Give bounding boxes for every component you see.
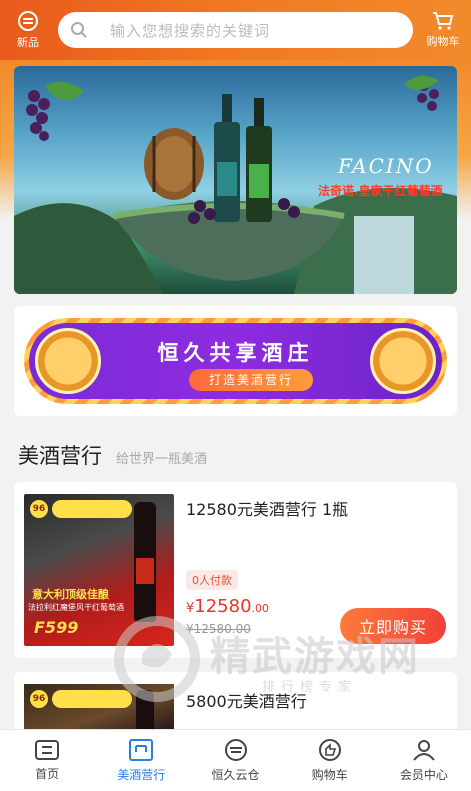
image-line2: 法拉利红魔堡风干红葡萄酒 [28,603,124,612]
price-decimal: .00 [251,602,270,615]
hero-banner[interactable]: FACINO 法奇诺.皇家干红葡萄酒 [14,66,457,294]
product-image[interactable]: 96 [24,684,174,729]
user-icon [413,740,435,761]
promo-inner: 恒久共享酒庄 打造美酒营行 [29,323,442,399]
tab-wine-marketing[interactable]: 美酒营行 [94,730,188,791]
product-card[interactable]: 96 意大利顶级佳酿 法拉利红魔堡风干红葡萄酒 F599 12580元美酒营行 … [14,482,457,658]
home-icon [35,740,60,760]
cart-icon [433,12,454,30]
search-placeholder: 输入您想搜索的关键词 [110,21,271,40]
sold-count-badge: 0人付款 [186,570,238,590]
section-title: 美酒营行 [18,444,102,468]
image-medals [52,500,132,518]
tab-cart[interactable]: 购物车 [283,730,377,791]
new-products-label: 新品 [17,36,39,49]
image-medals [52,690,132,708]
tab-label: 购物车 [311,768,348,782]
original-price: ¥12580.00 [186,622,251,636]
promo-card[interactable]: 恒久共享酒庄 打造美酒营行 [14,306,457,416]
banner-brand-text: 法奇诺.皇家干红葡萄酒 [318,184,443,198]
new-badge-icon [18,11,38,31]
tab-label: 首页 [35,767,60,781]
image-price: F599 [34,618,79,637]
search-icon [71,22,87,38]
bottom-nav: 首页 美酒营行 恒久云仓 购物车 会员中心 [0,729,471,791]
search-bar[interactable]: 输入您想搜索的关键词 [58,12,413,48]
image-line1: 意大利顶级佳酿 [32,588,109,601]
store-icon [129,739,154,761]
product-name[interactable]: 12580元美酒营行 1瓶 [186,496,348,520]
product-price: ¥12580.00 [186,596,269,617]
image-badge: 96 [30,500,48,518]
thumb-icon [318,739,341,761]
tab-label: 美酒营行 [117,768,166,782]
warehouse-icon [224,739,247,761]
promo-banner[interactable]: 恒久共享酒庄 打造美酒营行 [24,318,447,404]
tab-cloud-warehouse[interactable]: 恒久云仓 [188,730,282,791]
bottle-icon [136,690,154,729]
image-badge: 96 [30,690,48,708]
tab-label: 会员中心 [399,768,448,782]
tab-home[interactable]: 首页 [0,730,94,791]
banner-brand-script: FACINO [338,154,434,178]
bottle-label [136,558,154,584]
banner-artwork [14,75,457,294]
product-name[interactable]: 5800元美酒营行 [186,688,307,712]
cart-label: 购物车 [426,35,460,48]
cart-button[interactable]: 购物车 [415,0,471,60]
promo-subtitle: 打造美酒营行 [189,369,313,391]
tab-member-center[interactable]: 会员中心 [377,730,471,791]
top-bar: 新品 输入您想搜索的关键词 购物车 [0,0,471,60]
product-card[interactable]: 96 5800元美酒营行 [14,672,457,729]
product-image[interactable]: 96 意大利顶级佳酿 法拉利红魔堡风干红葡萄酒 F599 [24,494,174,646]
buy-now-button[interactable]: 立即购买 [340,608,446,644]
promo-title: 恒久共享酒庄 [157,341,314,365]
tab-label: 恒久云仓 [211,768,260,782]
new-products-button[interactable]: 新品 [0,0,56,60]
section-subtitle: 给世界一瓶美酒 [116,452,208,467]
price-integer: 12580 [194,596,252,617]
